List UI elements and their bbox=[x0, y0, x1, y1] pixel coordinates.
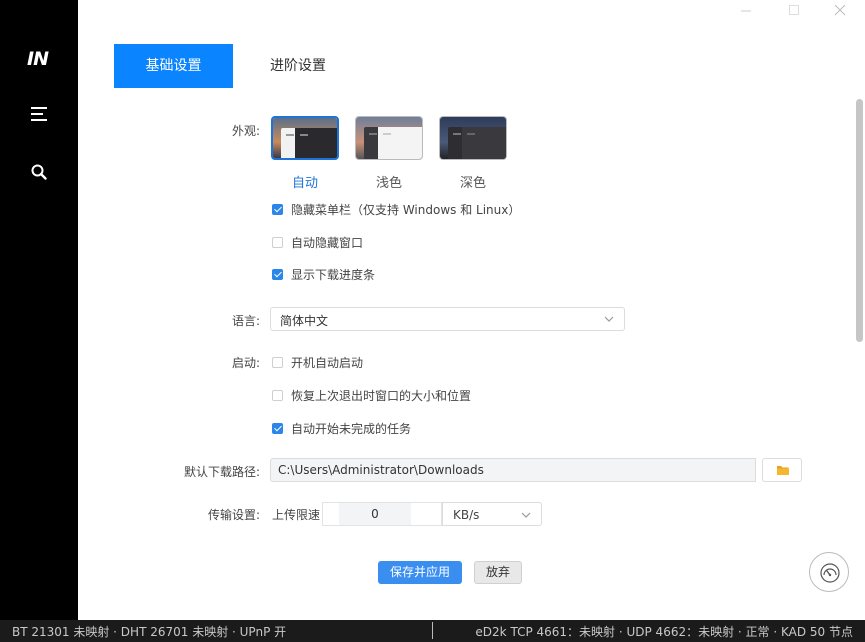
restore-window-option[interactable]: 恢复上次退出时窗口的大小和位置 bbox=[272, 387, 471, 403]
sidebar: IN bbox=[0, 0, 78, 620]
close-icon[interactable] bbox=[832, 2, 848, 18]
restore-window-checkbox[interactable] bbox=[272, 389, 283, 401]
theme-auto-card[interactable] bbox=[271, 116, 339, 160]
transfer-label: 传输设置: bbox=[207, 508, 260, 522]
show-progress-checkbox[interactable] bbox=[272, 268, 283, 280]
download-path-field[interactable]: C:\Users\Administrator\Downloads bbox=[270, 458, 756, 482]
menu-icon[interactable] bbox=[30, 106, 48, 122]
hide-menubar-checkbox[interactable] bbox=[272, 203, 283, 215]
upload-limit-input[interactable]: 0 bbox=[322, 502, 442, 526]
language-value: 简体中文 bbox=[280, 314, 329, 328]
app-logo: IN bbox=[27, 48, 49, 70]
hide-menubar-label: 隐藏菜单栏（仅支持 Windows 和 Linux） bbox=[291, 202, 521, 217]
appearance-label: 外观: bbox=[231, 124, 260, 138]
status-ed2k-kad: eD2k TCP 4661：未映射 · UDP 4662：未映射 · 正常 · … bbox=[475, 625, 853, 639]
chevron-down-icon bbox=[521, 512, 531, 518]
search-icon[interactable] bbox=[30, 163, 48, 181]
language-label: 语言: bbox=[231, 314, 260, 328]
auto-hide-window-option[interactable]: 自动隐藏窗口 bbox=[272, 234, 363, 250]
speedometer-button[interactable] bbox=[809, 552, 849, 592]
speedometer-icon bbox=[820, 563, 840, 583]
theme-light-card[interactable] bbox=[355, 116, 423, 160]
show-progress-label: 显示下载进度条 bbox=[291, 267, 376, 282]
upload-limit-value: 0 bbox=[371, 507, 379, 521]
auto-hide-window-checkbox[interactable] bbox=[272, 236, 283, 248]
upload-unit-value: KB/s bbox=[453, 508, 480, 522]
restore-window-label: 恢复上次退出时窗口的大小和位置 bbox=[291, 388, 472, 403]
download-path-label: 默认下载路径: bbox=[183, 465, 260, 479]
theme-auto-label[interactable]: 自动 bbox=[271, 172, 339, 191]
theme-dark-label[interactable]: 深色 bbox=[439, 172, 507, 191]
tab-advanced-settings[interactable]: 进阶设置 bbox=[255, 44, 341, 88]
launch-on-boot-checkbox[interactable] bbox=[272, 356, 283, 368]
hide-menubar-option[interactable]: 隐藏菜单栏（仅支持 Windows 和 Linux） bbox=[272, 201, 520, 217]
maximize-icon[interactable] bbox=[786, 2, 802, 18]
launch-on-boot-option[interactable]: 开机自动启动 bbox=[272, 354, 363, 370]
minimize-icon[interactable] bbox=[738, 2, 754, 18]
tab-basic-settings[interactable]: 基础设置 bbox=[114, 44, 233, 88]
resume-tasks-option[interactable]: 自动开始未完成的任务 bbox=[272, 420, 411, 436]
save-apply-button[interactable]: 保存并应用 bbox=[378, 561, 462, 584]
theme-dark-card[interactable] bbox=[439, 116, 507, 160]
status-divider bbox=[432, 622, 433, 639]
launch-on-boot-label: 开机自动启动 bbox=[291, 355, 364, 370]
auto-hide-window-label: 自动隐藏窗口 bbox=[291, 235, 364, 250]
scrollbar[interactable] bbox=[856, 99, 863, 342]
folder-icon bbox=[777, 466, 789, 475]
startup-label: 启动: bbox=[231, 356, 260, 370]
language-select[interactable]: 简体中文 bbox=[270, 307, 625, 331]
status-bar: BT 21301 未映射 · DHT 26701 未映射 · UPnP 开 eD… bbox=[0, 620, 865, 642]
resume-tasks-checkbox[interactable] bbox=[272, 422, 283, 434]
discard-button[interactable]: 放弃 bbox=[474, 561, 522, 584]
status-bt-dht: BT 21301 未映射 · DHT 26701 未映射 · UPnP 开 bbox=[12, 625, 287, 639]
theme-light-label[interactable]: 浅色 bbox=[355, 172, 423, 191]
resume-tasks-label: 自动开始未完成的任务 bbox=[291, 421, 412, 436]
upload-limit-label: 上传限速 bbox=[272, 508, 321, 522]
show-progress-option[interactable]: 显示下载进度条 bbox=[272, 266, 375, 282]
chevron-down-icon bbox=[604, 316, 614, 322]
upload-unit-select[interactable]: KB/s bbox=[442, 502, 542, 526]
browse-folder-button[interactable] bbox=[762, 458, 802, 482]
